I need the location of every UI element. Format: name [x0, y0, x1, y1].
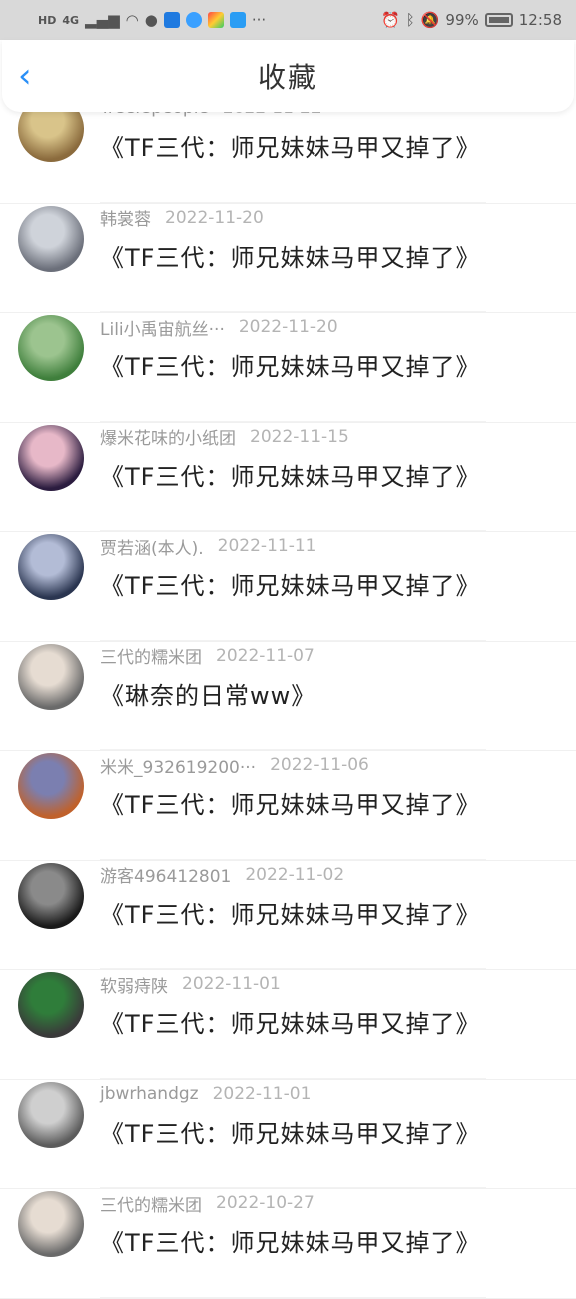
- username[interactable]: 贾若涵(本人).: [100, 534, 204, 559]
- mute-icon: 🔕: [420, 11, 440, 29]
- date: 2022-10-27: [216, 1193, 315, 1213]
- story-title[interactable]: 《TF三代：师兄妹妹马甲又掉了》: [100, 1004, 480, 1039]
- username[interactable]: 米米_932619200···: [100, 753, 256, 778]
- divider: [100, 201, 486, 203]
- more-icon: ···: [251, 11, 267, 29]
- story-title[interactable]: 《TF三代：师兄妹妹马甲又掉了》: [100, 238, 480, 273]
- item-meta: 爆米花味的小纸团 2022-11-15: [100, 424, 349, 450]
- back-icon[interactable]: ‹: [18, 59, 48, 93]
- avatar[interactable]: [18, 315, 84, 381]
- item-meta: 三代的糯米团 2022-10-27: [100, 1191, 315, 1216]
- page-title: 收藏: [257, 61, 318, 94]
- list-item[interactable]: 三代的糯米团 2022-10-27 《TF三代：师兄妹妹马甲又掉了》: [0, 1189, 576, 1299]
- list-item[interactable]: 游客496412801 2022-11-02 《TF三代：师兄妹妹马甲又掉了》: [0, 861, 576, 970]
- list-item[interactable]: 韩裳蓉 2022-11-20 《TF三代：师兄妹妹马甲又掉了》: [0, 204, 576, 313]
- alarm-icon: ⏰: [381, 11, 400, 29]
- story-title[interactable]: 《TF三代：师兄妹妹马甲又掉了》: [100, 566, 480, 601]
- item-meta: Lili小禹宙航丝··· 2022-11-20: [100, 315, 338, 340]
- item-meta: 三代的糯米团 2022-11-07: [100, 643, 315, 669]
- story-title[interactable]: 《TF三代：师兄妹妹马甲又掉了》: [100, 895, 480, 930]
- username[interactable]: 三代的糯米团: [100, 643, 202, 668]
- avatar[interactable]: [18, 862, 84, 929]
- divider: [100, 311, 486, 312]
- nav-bar: ‹ 收藏: [2, 40, 574, 112]
- divider: [100, 530, 486, 531]
- date: 2022-11-07: [216, 645, 315, 666]
- clock: 12:58: [518, 11, 562, 29]
- item-meta: 软弱痔陕 2022-11-01: [100, 972, 281, 997]
- date: 2022-11-01: [182, 974, 281, 994]
- username[interactable]: 游客496412801: [100, 862, 231, 887]
- item-meta: jbwrhandgz 2022-11-01: [100, 1082, 311, 1106]
- username[interactable]: 韩裳蓉: [100, 205, 151, 230]
- story-title[interactable]: 《TF三代：师兄妹妹马甲又掉了》: [100, 785, 480, 820]
- status-bar: HD 4G ▂▄▆ ◠ ● ··· ⏰ ᛒ 🔕 99% 12:58: [0, 0, 576, 40]
- appstore-icon: [207, 12, 224, 28]
- username[interactable]: Lili小禹宙航丝···: [100, 315, 225, 340]
- list-item[interactable]: 三代的糯米团 2022-11-07 《琳奈的日常ww》: [0, 642, 576, 751]
- avatar[interactable]: [18, 534, 84, 600]
- story-title[interactable]: 《TF三代：师兄妹妹马甲又掉了》: [100, 1114, 480, 1149]
- divider: [100, 639, 486, 641]
- favorites-list: Treerspeople2022-11-22《TF三代：师兄妹妹马甲又掉了》韩裳…: [0, 96, 576, 1299]
- bluetooth-icon: ᛒ: [405, 11, 415, 29]
- divider: [100, 858, 486, 860]
- divider: [100, 968, 486, 969]
- list-item[interactable]: 贾若涵(本人). 2022-11-11 《TF三代：师兄妹妹马甲又掉了》: [0, 532, 576, 642]
- avatar[interactable]: [18, 424, 84, 491]
- story-title[interactable]: 《TF三代：师兄妹妹马甲又掉了》: [100, 347, 480, 382]
- battery-icon: [484, 13, 513, 27]
- username[interactable]: 三代的糯米团: [100, 1191, 202, 1216]
- avatar[interactable]: [18, 753, 84, 819]
- username[interactable]: 爆米花味的小纸团: [100, 424, 236, 449]
- network-indicator: 4G: [62, 13, 80, 27]
- list-item[interactable]: 爆米花味的小纸团 2022-11-15 《TF三代：师兄妹妹马甲又掉了》: [0, 423, 576, 532]
- avatar[interactable]: [18, 972, 84, 1038]
- avatar[interactable]: [18, 205, 84, 272]
- qq-icon: ●: [144, 11, 158, 29]
- avatar[interactable]: [18, 643, 84, 710]
- date: 2022-11-11: [217, 536, 317, 556]
- story-title[interactable]: 《琳奈的日常ww》: [100, 676, 316, 711]
- divider: [100, 1187, 486, 1188]
- wifi-icon: ◠: [125, 11, 139, 29]
- hd-badge: HD: [38, 13, 57, 27]
- avatar[interactable]: [18, 1191, 84, 1257]
- item-meta: 游客496412801 2022-11-02: [100, 862, 345, 888]
- item-meta: 韩裳蓉 2022-11-20: [100, 205, 264, 231]
- divider: [100, 749, 486, 750]
- date: 2022-11-15: [250, 426, 349, 447]
- date: 2022-11-06: [270, 755, 369, 775]
- item-meta: 贾若涵(本人). 2022-11-11: [100, 534, 317, 559]
- item-meta: 米米_932619200··· 2022-11-06: [100, 753, 369, 778]
- music-icon: [185, 12, 202, 28]
- date: 2022-11-20: [165, 207, 264, 228]
- date: 2022-11-02: [245, 864, 345, 885]
- story-title[interactable]: 《TF三代：师兄妹妹马甲又掉了》: [100, 1223, 480, 1258]
- avatar[interactable]: [18, 1081, 84, 1148]
- app-icon: [163, 12, 180, 28]
- divider: [100, 1296, 486, 1298]
- date: 2022-11-20: [238, 317, 338, 337]
- divider: [100, 1077, 486, 1079]
- story-title[interactable]: 《TF三代：师兄妹妹马甲又掉了》: [100, 457, 480, 492]
- list-item[interactable]: jbwrhandgz 2022-11-01 《TF三代：师兄妹妹马甲又掉了》: [0, 1080, 576, 1189]
- divider: [100, 420, 486, 422]
- date: 2022-11-01: [212, 1083, 312, 1104]
- username[interactable]: 软弱痔陕: [100, 972, 168, 997]
- username[interactable]: jbwrhandgz: [100, 1084, 199, 1104]
- list-item[interactable]: Lili小禹宙航丝··· 2022-11-20 《TF三代：师兄妹妹马甲又掉了》: [0, 313, 576, 423]
- story-title[interactable]: 《TF三代：师兄妹妹马甲又掉了》: [100, 128, 480, 163]
- list-item[interactable]: 软弱痔陕 2022-11-01 《TF三代：师兄妹妹马甲又掉了》: [0, 970, 576, 1080]
- signal-icon: ▂▄▆: [85, 11, 120, 29]
- list-item[interactable]: 米米_932619200··· 2022-11-06 《TF三代：师兄妹妹马甲又掉了…: [0, 751, 576, 861]
- battery-percent: 99%: [445, 11, 479, 29]
- app2-icon: [229, 12, 246, 28]
